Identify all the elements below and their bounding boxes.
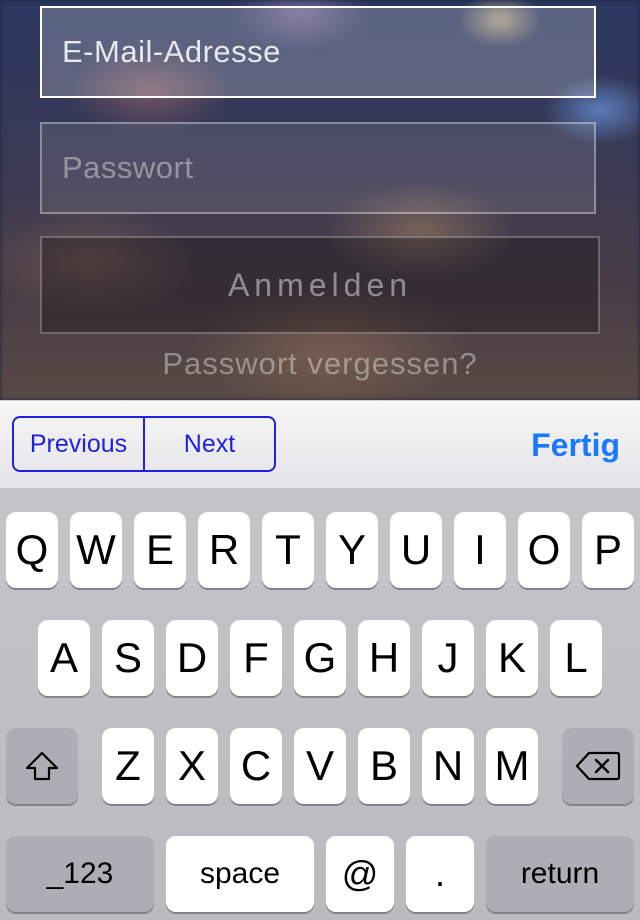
shift-icon (24, 750, 60, 782)
key-k[interactable]: K (486, 620, 538, 696)
key-z[interactable]: Z (102, 728, 154, 804)
key-a[interactable]: A (38, 620, 90, 696)
key-e[interactable]: E (134, 512, 186, 588)
done-button[interactable]: Fertig (531, 401, 620, 489)
login-button[interactable]: Anmelden (40, 236, 600, 334)
key-j[interactable]: J (422, 620, 474, 696)
key-f[interactable]: F (230, 620, 282, 696)
key-y[interactable]: Y (326, 512, 378, 588)
return-key[interactable]: return (486, 836, 634, 912)
password-field[interactable]: Passwort (40, 122, 596, 214)
prev-next-control: Previous Next (12, 416, 276, 472)
key-q[interactable]: Q (6, 512, 58, 588)
key-m[interactable]: M (486, 728, 538, 804)
key-w[interactable]: W (70, 512, 122, 588)
at-key[interactable]: @ (326, 836, 394, 912)
previous-button[interactable]: Previous (14, 418, 143, 470)
email-field[interactable]: E-Mail-Adresse (40, 6, 596, 98)
key-s[interactable]: S (102, 620, 154, 696)
keyboard-toolbar: Previous Next Fertig (0, 400, 640, 489)
key-u[interactable]: U (390, 512, 442, 588)
key-i[interactable]: I (454, 512, 506, 588)
password-placeholder: Passwort (62, 150, 194, 185)
backspace-key[interactable] (562, 728, 634, 804)
key-d[interactable]: D (166, 620, 218, 696)
key-x[interactable]: X (166, 728, 218, 804)
key-v[interactable]: V (294, 728, 346, 804)
key-t[interactable]: T (262, 512, 314, 588)
numbers-key[interactable]: _123 (6, 836, 154, 912)
key-n[interactable]: N (422, 728, 474, 804)
key-o[interactable]: O (518, 512, 570, 588)
keyboard: Q W E R T Y U I O P A S D F G H J K L Z … (0, 488, 640, 920)
email-placeholder: E-Mail-Adresse (62, 34, 281, 69)
key-h[interactable]: H (358, 620, 410, 696)
key-p[interactable]: P (582, 512, 634, 588)
key-r[interactable]: R (198, 512, 250, 588)
key-l[interactable]: L (550, 620, 602, 696)
space-key[interactable]: space (166, 836, 314, 912)
dot-key[interactable]: . (406, 836, 474, 912)
backspace-icon (575, 750, 621, 782)
key-c[interactable]: C (230, 728, 282, 804)
key-b[interactable]: B (358, 728, 410, 804)
key-g[interactable]: G (294, 620, 346, 696)
next-button[interactable]: Next (143, 418, 274, 470)
forgot-password-link[interactable]: Passwort vergessen? (0, 346, 640, 382)
shift-key[interactable] (6, 728, 78, 804)
